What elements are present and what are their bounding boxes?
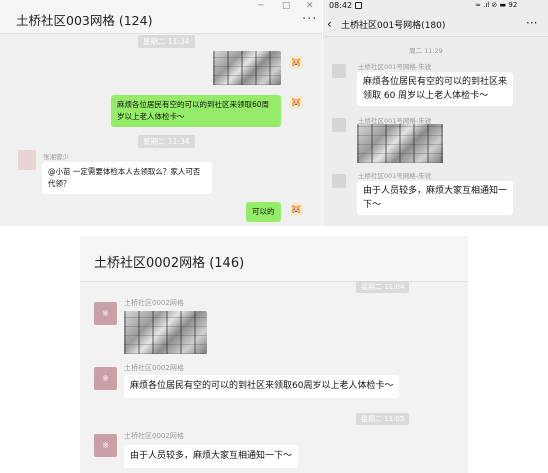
- chat-title: 土桥社区003网格 (124): [16, 13, 153, 28]
- more-options-icon[interactable]: ···: [526, 16, 537, 30]
- avatar[interactable]: ※: [94, 302, 117, 325]
- sender-name: 土桥社区0002网格: [124, 299, 184, 307]
- message-bubble-incoming[interactable]: 由于人员较多，麻烦大家互相通知一下～: [357, 181, 513, 215]
- shared-photo[interactable]: [213, 51, 281, 85]
- timestamp: 星期二 11:05: [356, 413, 410, 425]
- more-options-icon[interactable]: ···: [302, 12, 317, 27]
- back-arrow-icon[interactable]: ‹: [327, 17, 332, 31]
- message-bubble-outgoing[interactable]: 可以的: [246, 202, 281, 222]
- message-bubble-incoming[interactable]: @小苗 一定需要体检本人去领取么？家人可否代领？: [42, 162, 212, 194]
- notification-icon: [355, 2, 362, 9]
- avatar[interactable]: [332, 174, 346, 188]
- timestamp: 星期二 11:04: [356, 281, 410, 293]
- avatar[interactable]: [332, 118, 346, 132]
- message-bubble-incoming[interactable]: 麻烦各位居民有空的可以的到社区来领取60周岁以上老人体检卡～: [124, 375, 400, 398]
- sender-name: 土桥社区001号网格-朱锐: [358, 63, 432, 71]
- timestamp: 星期二 11:34: [138, 135, 195, 148]
- signal-battery-icons: ≈ .ıl ⊘ ▬ 92: [475, 1, 518, 9]
- shared-photo[interactable]: [124, 311, 207, 354]
- chat-window-001-mobile: 08:42 ≈ .ıl ⊘ ▬ 92 ‹ 土桥社区001号网格(180) ···…: [323, 0, 548, 226]
- chat-title: 土桥社区001号网格(180): [341, 21, 446, 31]
- close-icon[interactable]: ✕: [306, 1, 314, 11]
- chat-header: 土桥社区003网格 (124) ─ □ ✕ ···: [0, 0, 322, 34]
- timestamp: 星期二 11:34: [138, 35, 195, 48]
- avatar[interactable]: [18, 150, 36, 170]
- shared-photo[interactable]: [357, 124, 443, 163]
- maximize-icon[interactable]: □: [282, 1, 291, 11]
- sender-name: 土桥社区0002网格: [124, 364, 184, 372]
- minimize-icon[interactable]: ─: [258, 1, 263, 11]
- timestamp: 周二 11:29: [409, 47, 443, 55]
- message-bubble-incoming[interactable]: 由于人员较多，麻烦大家互相通知一下～: [124, 445, 299, 468]
- status-time: 08:42: [329, 1, 353, 10]
- avatar[interactable]: 🐹: [290, 56, 303, 69]
- chat-header: ‹ 土桥社区001号网格(180) ···: [323, 13, 548, 37]
- avatar[interactable]: ※: [94, 434, 117, 457]
- message-bubble-incoming[interactable]: 麻烦各位居民有空的可以的到社区来领取 60 周岁以上老人体检卡～: [357, 72, 513, 106]
- sender-name: 土桥社区001号网格-朱锐: [358, 172, 432, 180]
- avatar[interactable]: ※: [94, 367, 117, 390]
- chat-title: 土桥社区0002网格 (146): [94, 256, 245, 271]
- avatar[interactable]: 🐹: [290, 96, 303, 109]
- sender-name: 土桥社区0002网格: [124, 432, 184, 440]
- chat-window-003: 土桥社区003网格 (124) ─ □ ✕ ··· 星期二 11:34 🐹 麻烦…: [0, 0, 322, 226]
- chat-header: 土桥社区0002网格 (146): [80, 236, 468, 282]
- chat-window-0002: 土桥社区0002网格 (146) 星期二 11:04 ※ 土桥社区0002网格 …: [80, 236, 468, 473]
- avatar[interactable]: 🐹: [290, 203, 303, 216]
- status-bar: 08:42 ≈ .ıl ⊘ ▬ 92: [323, 0, 548, 13]
- avatar[interactable]: [332, 64, 346, 78]
- message-bubble-outgoing[interactable]: 麻烦各位居民有空的可以的到社区来领取60周岁以上老人体检卡～: [111, 95, 281, 127]
- sender-name: 张湘蓉少: [43, 153, 69, 161]
